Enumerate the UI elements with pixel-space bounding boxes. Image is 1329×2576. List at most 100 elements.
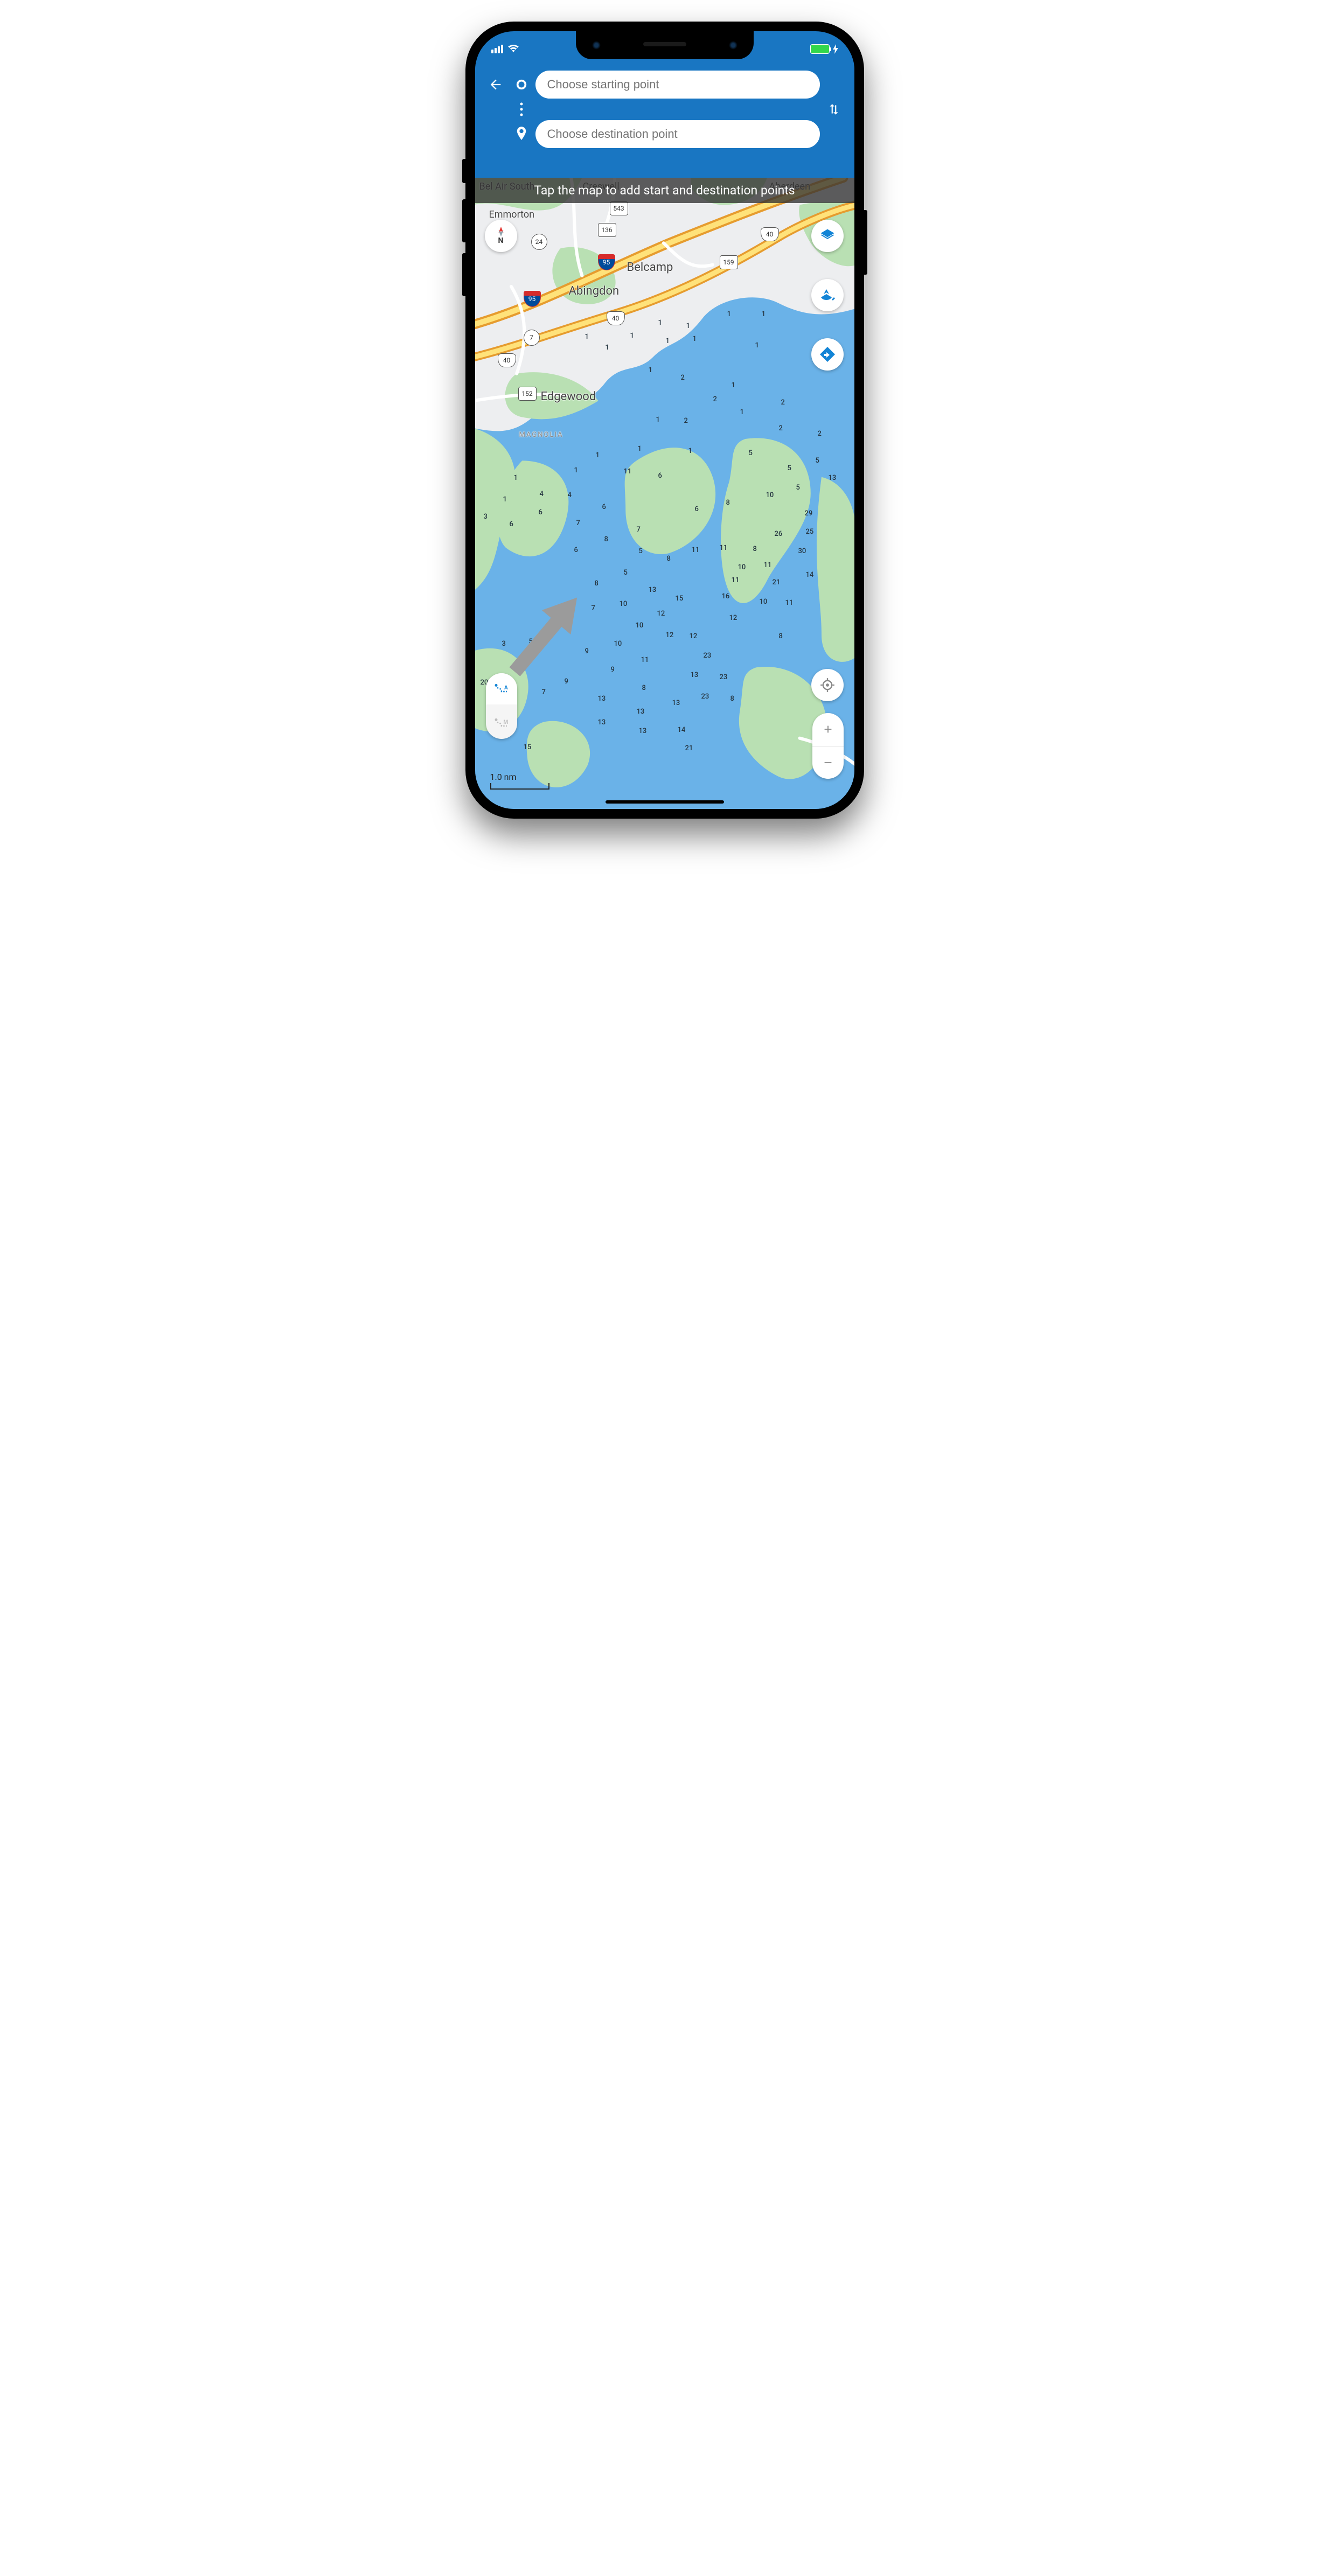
depth-sounding: 26 (775, 530, 783, 538)
route-mode-toggle: A M (486, 673, 517, 739)
charging-bolt-icon (833, 44, 838, 54)
depth-sounding: 10 (636, 622, 644, 630)
road-shield: 40 (607, 311, 625, 325)
depth-sounding: 6 (574, 546, 578, 554)
depth-sounding: 10 (766, 491, 774, 499)
depth-sounding: 1 (688, 447, 692, 455)
depth-sounding: 6 (539, 508, 542, 516)
depth-sounding: 1 (656, 416, 660, 424)
depth-sounding: 6 (510, 520, 513, 528)
wifi-icon (507, 45, 519, 53)
route-search-header (475, 61, 854, 158)
depth-sounding: 1 (596, 451, 600, 459)
cellular-signal-icon (491, 45, 503, 53)
depth-sounding: 5 (796, 484, 800, 492)
depth-sounding: 11 (624, 467, 632, 476)
waypoint-dots-icon (510, 102, 533, 116)
boat-pencil-icon (819, 287, 836, 304)
battery-icon (810, 44, 830, 54)
depth-sounding: 1 (503, 495, 507, 504)
depth-sounding: 21 (685, 744, 693, 752)
depth-sounding: 2 (818, 430, 822, 438)
plus-icon (822, 723, 834, 735)
depth-sounding: 23 (701, 693, 709, 701)
directions-edit-button[interactable] (811, 338, 844, 371)
destination-marker-icon (510, 127, 533, 142)
depth-sounding: 7 (576, 519, 580, 527)
speaker-grille (643, 42, 686, 46)
compass-needle-icon (497, 227, 505, 236)
swap-vertical-icon (827, 102, 841, 116)
depth-sounding: 11 (720, 544, 728, 552)
depth-sounding: 8 (595, 580, 599, 588)
depth-sounding: 12 (666, 631, 674, 639)
back-button[interactable] (484, 77, 507, 92)
depth-sounding: 8 (730, 695, 734, 703)
layers-button[interactable] (811, 220, 844, 252)
depth-sounding: 1 (727, 310, 731, 318)
depth-sounding: 15 (676, 595, 684, 603)
depth-sounding: 13 (639, 727, 647, 735)
destination-point-input[interactable] (535, 120, 820, 148)
depth-sounding: 1 (666, 337, 670, 345)
zoom-out-button[interactable] (812, 746, 844, 779)
depth-sounding: 5 (624, 569, 628, 577)
compass-button[interactable]: N (485, 220, 517, 252)
depth-sounding: 1 (638, 445, 642, 453)
road-shield: 24 (531, 234, 547, 250)
home-indicator[interactable] (606, 800, 724, 804)
front-camera-icon (592, 41, 601, 50)
locate-me-button[interactable] (811, 669, 844, 701)
depth-sounding: 10 (760, 598, 768, 606)
depth-sounding: 3 (502, 640, 506, 648)
depth-sounding: 10 (620, 600, 628, 608)
zoom-control (812, 713, 844, 779)
depth-sounding: 8 (604, 535, 608, 543)
road-shield: 7 (524, 330, 540, 346)
front-sensor-icon (729, 41, 737, 50)
directions-pencil-icon (819, 346, 836, 363)
phone-mockup: Tap the map to add start and destination… (465, 22, 864, 819)
place-label: Belcamp (627, 261, 673, 274)
boat-settings-button[interactable] (811, 279, 844, 311)
depth-sounding: 9 (565, 678, 568, 686)
depth-sounding: 11 (641, 656, 649, 664)
start-point-input[interactable] (535, 71, 820, 99)
route-auto-button[interactable]: A (486, 673, 517, 704)
depth-sounding: 21 (773, 578, 781, 587)
depth-sounding: 2 (779, 424, 783, 432)
depth-sounding: 13 (598, 718, 606, 727)
minus-icon (822, 757, 834, 769)
map-canvas[interactable]: Tap the map to add start and destination… (475, 178, 854, 809)
depth-sounding: 5 (816, 457, 819, 465)
depth-sounding: 5 (639, 547, 643, 555)
depth-sounding: 9 (611, 666, 615, 674)
depth-sounding: 5 (749, 449, 753, 457)
swap-points-button[interactable] (822, 102, 846, 116)
depth-sounding: 11 (764, 561, 772, 569)
depth-sounding: 1 (585, 333, 589, 341)
road-shield: 152 (518, 387, 537, 401)
depth-sounding: 1 (514, 474, 518, 482)
depth-sounding: 1 (740, 408, 744, 416)
depth-sounding: 3 (484, 513, 488, 521)
depth-sounding: 1 (649, 366, 652, 374)
zoom-in-button[interactable] (812, 713, 844, 746)
route-manual-button[interactable]: M (486, 708, 517, 739)
road-shield: 543 (610, 201, 628, 215)
depth-sounding: 2 (713, 395, 717, 403)
place-label: Emmorton (489, 209, 535, 220)
depth-sounding: 10 (738, 563, 746, 571)
depth-sounding: 11 (785, 599, 794, 607)
depth-sounding: 13 (829, 474, 837, 482)
hint-toast: Tap the map to add start and destination… (475, 178, 854, 203)
depth-sounding: 1 (693, 335, 697, 343)
map-scale: 1.0 nm (490, 772, 549, 790)
depth-sounding: 12 (657, 610, 665, 618)
status-right (810, 44, 838, 54)
depth-sounding: 29 (805, 509, 813, 518)
depth-sounding: 2 (781, 399, 785, 407)
depth-sounding: 11 (732, 576, 740, 584)
depth-sounding: 6 (658, 472, 662, 480)
depth-sounding: 6 (695, 505, 699, 513)
